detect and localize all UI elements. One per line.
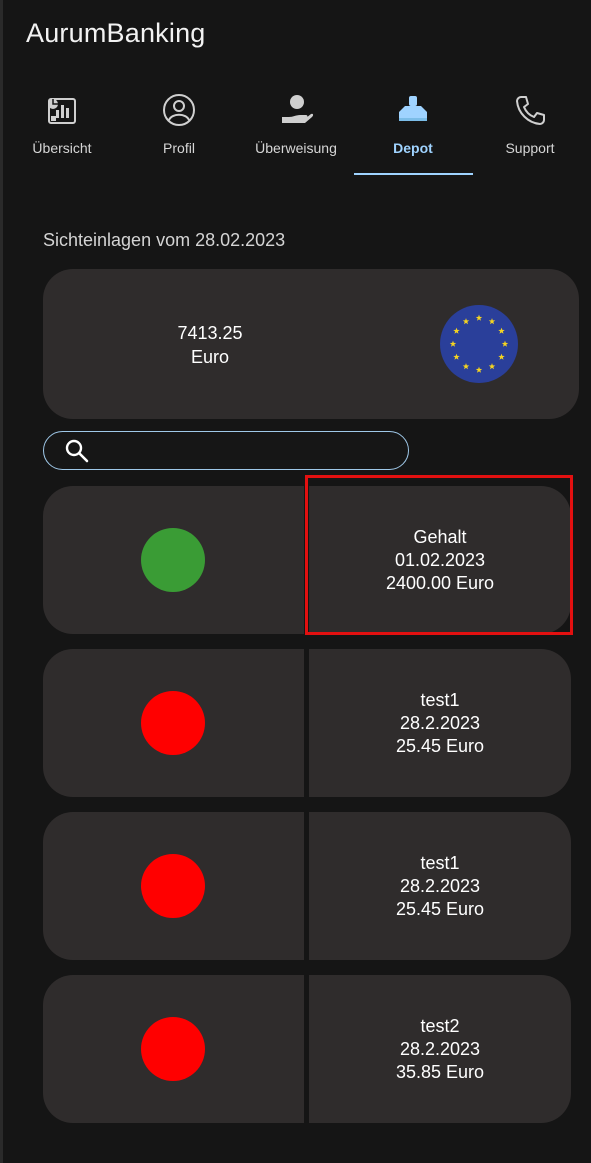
- transaction-row[interactable]: Gehalt 01.02.2023 2400.00 Euro: [43, 486, 571, 634]
- search-icon: [65, 439, 89, 463]
- transaction-row[interactable]: test1 28.2.2023 25.45 Euro: [43, 649, 571, 797]
- balance-text: 7413.25 Euro: [163, 321, 257, 369]
- transaction-amount: 2400.00 Euro: [385, 572, 495, 593]
- tab-uebersicht[interactable]: Übersicht: [14, 84, 110, 176]
- expense-status-dot: [141, 691, 205, 755]
- tab-ueberweisung[interactable]: Überweisung: [248, 84, 344, 176]
- balance-card: 7413.25 Euro: [43, 269, 579, 419]
- transaction-details: test1 28.2.2023 25.45 Euro: [309, 812, 571, 960]
- transaction-amount: 25.45 Euro: [395, 898, 485, 919]
- tab-profil[interactable]: Profil: [131, 84, 227, 176]
- overview-chart-icon: [48, 98, 76, 124]
- tab-bar: Übersicht Profil Überweisung Depot Suppo…: [0, 84, 591, 178]
- transaction-date: 01.02.2023: [394, 549, 486, 570]
- transaction-date: 28.2.2023: [399, 875, 481, 896]
- screen: AurumBanking Übersicht Profil Überweisun…: [0, 0, 591, 1163]
- search-box[interactable]: [43, 431, 409, 470]
- depot-icon: [399, 96, 427, 121]
- transaction-title: test1: [420, 689, 460, 710]
- balance-amount: 7413.25: [177, 323, 243, 343]
- search-input[interactable]: [100, 436, 394, 466]
- tab-label: Support: [505, 140, 555, 156]
- tab-support[interactable]: Support: [482, 84, 578, 176]
- eu-flag-icon: [440, 305, 518, 383]
- transaction-date: 28.2.2023: [399, 1038, 481, 1059]
- tab-label: Überweisung: [255, 140, 337, 156]
- section-label: Sichteinlagen vom 28.02.2023: [43, 230, 286, 250]
- transfer-hand-icon: [282, 95, 314, 123]
- transaction-amount: 25.45 Euro: [395, 735, 485, 756]
- tab-label: Übersicht: [32, 140, 92, 156]
- active-tab-indicator: [354, 173, 473, 175]
- transaction-details: test1 28.2.2023 25.45 Euro: [309, 649, 571, 797]
- transaction-details: Gehalt 01.02.2023 2400.00 Euro: [309, 486, 571, 634]
- app-title: AurumBanking: [26, 18, 206, 48]
- tab-label: Depot: [393, 140, 433, 156]
- transaction-date: 28.2.2023: [399, 712, 481, 733]
- transaction-row[interactable]: test1 28.2.2023 25.45 Euro: [43, 812, 571, 960]
- tab-label: Profil: [163, 140, 195, 156]
- transaction-title: Gehalt: [413, 526, 467, 547]
- transaction-title: test2: [420, 1015, 460, 1036]
- balance-currency: Euro: [190, 347, 230, 367]
- transaction-details: test2 28.2.2023 35.85 Euro: [309, 975, 571, 1123]
- income-status-dot: [141, 528, 205, 592]
- expense-status-dot: [141, 1017, 205, 1081]
- transaction-row[interactable]: test2 28.2.2023 35.85 Euro: [43, 975, 571, 1123]
- transaction-title: test1: [420, 852, 460, 873]
- phone-icon: [516, 96, 545, 125]
- profile-icon: [163, 94, 195, 126]
- transaction-amount: 35.85 Euro: [395, 1061, 485, 1082]
- tab-depot[interactable]: Depot: [365, 84, 461, 176]
- expense-status-dot: [141, 854, 205, 918]
